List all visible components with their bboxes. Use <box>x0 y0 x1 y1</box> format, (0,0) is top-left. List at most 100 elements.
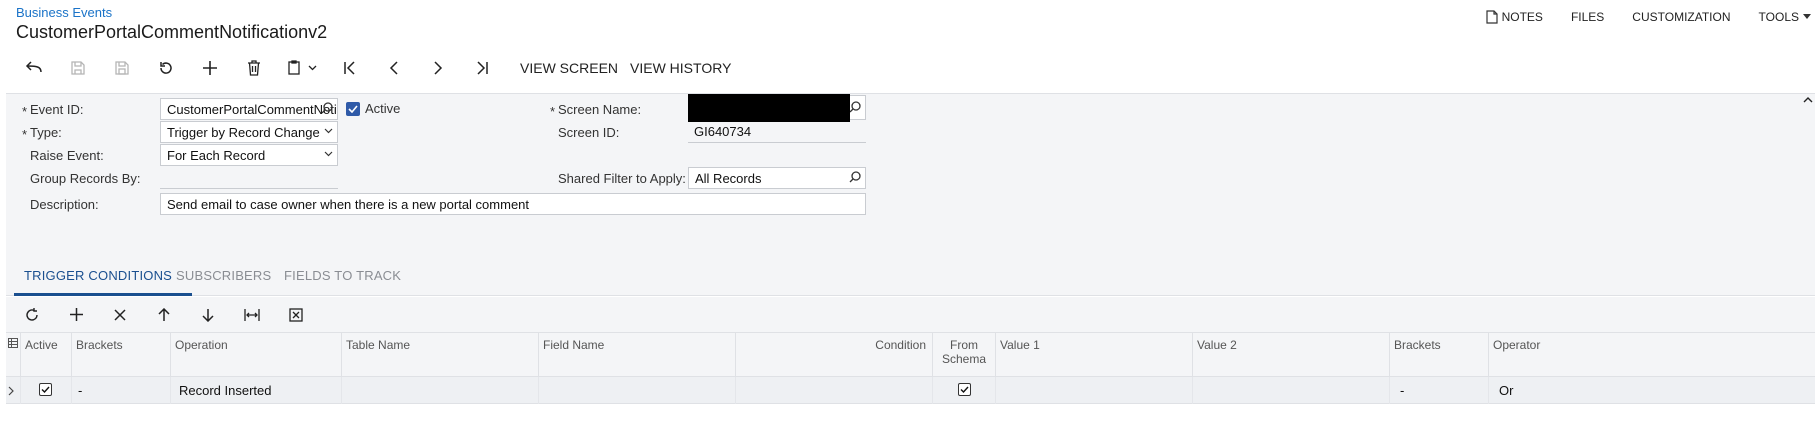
row-from-schema-checkbox[interactable] <box>958 383 971 396</box>
type-label: Type: <box>30 125 62 140</box>
grid-settings-icon <box>8 338 18 348</box>
grid-toolbar <box>6 297 1815 332</box>
customization-button[interactable]: CUSTOMIZATION <box>1632 10 1730 24</box>
row-condition[interactable] <box>735 377 932 404</box>
column-header-condition[interactable]: Condition <box>735 333 932 378</box>
first-icon <box>344 61 355 75</box>
grid-move-up-button[interactable] <box>142 301 186 329</box>
column-header-from-schema[interactable]: From Schema <box>932 333 995 378</box>
close-icon <box>114 308 126 321</box>
column-header-brackets-close[interactable]: Brackets <box>1389 333 1488 378</box>
column-header-operator[interactable]: Operator <box>1488 333 1815 378</box>
shared-filter-field[interactable]: All Records <box>688 167 866 189</box>
row-field-name[interactable] <box>538 377 735 404</box>
fit-width-icon <box>244 308 260 321</box>
row-selector[interactable] <box>6 377 20 404</box>
tools-button[interactable]: TOOLS <box>1759 10 1815 24</box>
description-value: Send email to case owner when there is a… <box>167 197 530 212</box>
column-header-brackets-open[interactable]: Brackets <box>71 333 170 378</box>
raise-event-label: Raise Event: <box>30 148 104 163</box>
table-row[interactable]: - Record Inserted - Or <box>6 377 1815 404</box>
grid-add-row-button[interactable] <box>54 301 98 329</box>
save-close-icon <box>71 61 85 75</box>
search-icon[interactable] <box>321 102 333 114</box>
collapse-chevron-icon[interactable] <box>1803 96 1813 103</box>
last-record-button[interactable] <box>460 54 504 82</box>
back-button[interactable] <box>12 54 56 82</box>
plus-icon <box>203 61 217 75</box>
clipboard-icon <box>287 60 300 75</box>
files-button[interactable]: FILES <box>1571 10 1604 24</box>
add-button[interactable] <box>188 54 232 82</box>
refresh-icon <box>160 62 172 74</box>
row-table-name[interactable] <box>341 377 538 404</box>
cancel-button[interactable] <box>144 54 188 82</box>
column-header-active[interactable]: Active <box>20 333 71 378</box>
check-icon <box>348 105 358 113</box>
event-id-field[interactable]: CustomerPortalCommentNoti <box>160 98 338 120</box>
save-close-button[interactable] <box>56 54 100 82</box>
event-id-value: CustomerPortalCommentNoti <box>167 102 337 117</box>
tab-subscribers[interactable]: SUBSCRIBERS <box>176 268 271 283</box>
row-brackets-open[interactable]: - <box>71 377 170 404</box>
required-mark: * <box>22 127 28 142</box>
row-from-schema-cell[interactable] <box>932 377 995 404</box>
previous-record-button[interactable] <box>372 54 416 82</box>
tab-trigger-conditions[interactable]: TRIGGER CONDITIONS <box>24 268 172 283</box>
refresh-icon <box>26 307 38 321</box>
active-checkbox[interactable] <box>346 102 360 116</box>
plus-icon <box>69 308 83 321</box>
row-active-checkbox[interactable] <box>39 383 52 396</box>
save-button[interactable] <box>100 54 144 82</box>
column-settings[interactable] <box>6 333 20 378</box>
column-header-value1[interactable]: Value 1 <box>995 333 1192 378</box>
delete-button[interactable] <box>232 54 276 82</box>
grid-refresh-button[interactable] <box>10 301 54 329</box>
raise-event-select[interactable]: For Each Record <box>160 144 338 166</box>
column-header-field-name[interactable]: Field Name <box>538 333 735 378</box>
page-title: CustomerPortalCommentNotificationv2 <box>16 22 328 42</box>
row-operation[interactable]: Record Inserted <box>170 377 341 404</box>
tab-fields-to-track[interactable]: FIELDS TO TRACK <box>284 268 401 283</box>
next-record-button[interactable] <box>416 54 460 82</box>
group-records-field[interactable] <box>160 167 338 189</box>
copy-paste-button[interactable] <box>276 54 328 82</box>
grid-export-excel-button[interactable] <box>274 301 318 329</box>
event-id-label: Event ID: <box>30 102 84 117</box>
screen-id-value: GI640734 <box>694 124 752 139</box>
save-icon <box>115 61 129 75</box>
type-select[interactable]: Trigger by Record Change <box>160 121 338 143</box>
grid-header: Active Brackets Operation Table Name Fie… <box>6 332 1815 378</box>
view-history-button[interactable]: VIEW HISTORY <box>630 60 731 76</box>
description-field[interactable]: Send email to case owner when there is a… <box>160 193 866 215</box>
group-records-label: Group Records By: <box>30 171 141 186</box>
required-mark: * <box>550 104 556 119</box>
row-brackets-close[interactable]: - <box>1389 377 1488 404</box>
shared-filter-label: Shared Filter to Apply: <box>558 171 686 186</box>
column-header-table-name[interactable]: Table Name <box>341 333 538 378</box>
view-screen-button[interactable]: VIEW SCREEN <box>520 60 618 76</box>
breadcrumb[interactable]: Business Events <box>16 5 112 20</box>
row-active-cell[interactable] <box>20 377 71 404</box>
notes-button[interactable]: NOTES <box>1485 10 1543 24</box>
first-record-button[interactable] <box>328 54 372 82</box>
customization-label: CUSTOMIZATION <box>1632 10 1731 24</box>
main-toolbar: VIEW SCREEN VIEW HISTORY <box>12 54 743 82</box>
search-icon[interactable] <box>849 101 861 113</box>
grid-delete-row-button[interactable] <box>98 301 142 329</box>
grid-fit-columns-button[interactable] <box>230 301 274 329</box>
check-icon <box>960 386 969 393</box>
row-value2[interactable] <box>1192 377 1389 404</box>
tab-bar: TRIGGER CONDITIONS SUBSCRIBERS FIELDS TO… <box>6 256 1815 296</box>
column-header-operation[interactable]: Operation <box>170 333 341 378</box>
search-icon[interactable] <box>849 171 861 183</box>
row-value1[interactable] <box>995 377 1192 404</box>
raise-event-value: For Each Record <box>167 148 266 163</box>
redacted-screen-name <box>688 94 850 122</box>
row-operator[interactable]: Or <box>1488 377 1815 404</box>
grid-move-down-button[interactable] <box>186 301 230 329</box>
column-header-value2[interactable]: Value 2 <box>1192 333 1389 378</box>
caret-down-icon <box>1803 14 1811 19</box>
chevron-right-icon <box>8 386 14 396</box>
arrow-up-icon <box>158 307 170 321</box>
